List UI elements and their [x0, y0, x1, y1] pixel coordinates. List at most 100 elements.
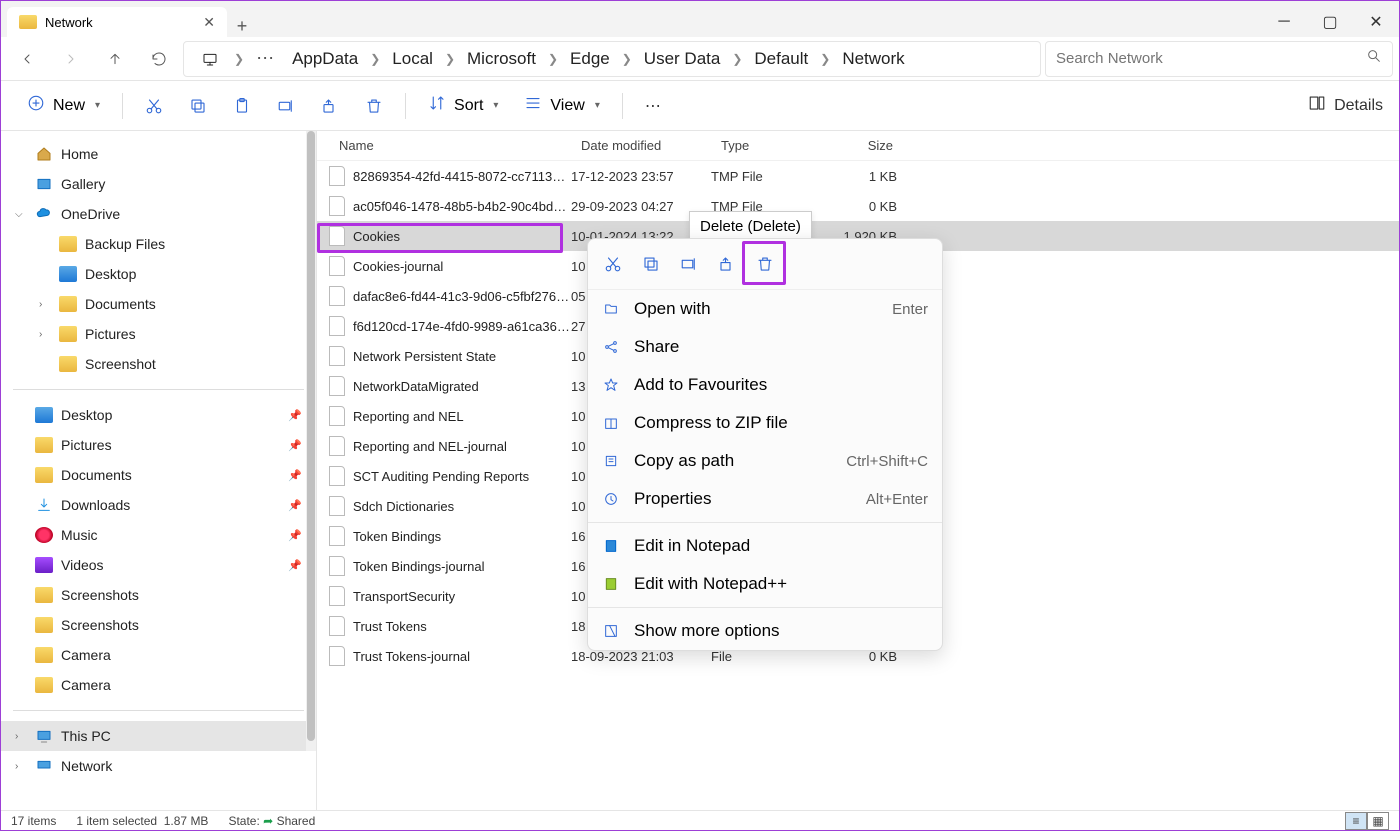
more-button[interactable]: ⋯ — [635, 87, 673, 125]
sidebar-item-camera-1[interactable]: Camera — [1, 640, 316, 670]
sidebar-item-gallery[interactable]: Gallery — [1, 169, 316, 199]
details-pane-button[interactable]: Details — [1308, 94, 1383, 117]
maximize-button[interactable]: ▢ — [1307, 7, 1353, 37]
column-size[interactable]: Size — [821, 131, 907, 160]
scrollbar[interactable] — [306, 131, 316, 751]
paste-button[interactable] — [223, 87, 261, 125]
sidebar-item-od-pictures[interactable]: ›Pictures — [1, 319, 316, 349]
desktop-icon — [59, 266, 77, 282]
ctx-rename-button[interactable] — [670, 245, 708, 283]
cut-button[interactable] — [135, 87, 173, 125]
file-name: Sdch Dictionaries — [353, 499, 571, 514]
folder-icon — [35, 647, 53, 663]
crumb-6[interactable]: Network — [836, 47, 910, 71]
chevron-down-icon: ⌵ — [15, 209, 23, 220]
file-icon — [329, 586, 345, 606]
ctx-item-show-more-options[interactable]: Show more options — [588, 612, 942, 650]
file-name: Network Persistent State — [353, 349, 571, 364]
sidebar-item-home[interactable]: Home — [1, 139, 316, 169]
column-name[interactable]: Name — [317, 131, 567, 160]
tab-close-button[interactable]: ✕ — [203, 14, 215, 31]
back-button[interactable] — [7, 41, 47, 77]
view-details-toggle[interactable]: ≡ — [1345, 812, 1367, 830]
view-icon — [524, 94, 542, 117]
crumb-4[interactable]: User Data — [638, 47, 727, 71]
sidebar-item-od-documents[interactable]: ›Documents — [1, 289, 316, 319]
ctx-item-share[interactable]: Share — [588, 328, 942, 366]
share-button[interactable] — [311, 87, 349, 125]
rename-button[interactable] — [267, 87, 305, 125]
sidebar-item-network[interactable]: ›Network — [1, 751, 316, 781]
sidebar-item-music[interactable]: Music📌 — [1, 520, 316, 550]
crumb-5[interactable]: Default — [748, 47, 814, 71]
ctx-item-add-to-favourites[interactable]: Add to Favourites — [588, 366, 942, 404]
copy-button[interactable] — [179, 87, 217, 125]
download-icon — [35, 497, 53, 513]
sidebar-item-od-desktop[interactable]: Desktop — [1, 259, 316, 289]
breadcrumb[interactable]: ❯ ⋯ AppData❯ Local❯ Microsoft❯ Edge❯ Use… — [183, 41, 1041, 77]
ctx-item-compress-to-zip-file[interactable]: Compress to ZIP file — [588, 404, 942, 442]
crumb-0[interactable]: AppData — [286, 47, 364, 71]
forward-button[interactable] — [51, 41, 91, 77]
ctx-label: Open with — [634, 299, 878, 319]
ctx-label: Show more options — [634, 621, 928, 641]
new-tab-button[interactable]: + — [227, 16, 257, 37]
file-row[interactable]: 82869354-42fd-4415-8072-cc71137bca6f...1… — [317, 161, 1399, 191]
crumb-2[interactable]: Microsoft — [461, 47, 542, 71]
breadcrumb-overflow[interactable]: ⋯ — [250, 48, 280, 69]
up-button[interactable] — [95, 41, 135, 77]
notepad-icon — [602, 538, 620, 554]
view-button[interactable]: View ▾ — [514, 88, 609, 123]
sort-button[interactable]: Sort ▾ — [418, 88, 508, 123]
ctx-item-edit-with-notepad++[interactable]: Edit with Notepad++ — [588, 565, 942, 603]
ctx-cut-button[interactable] — [594, 245, 632, 283]
sort-label: Sort — [454, 97, 483, 115]
ctx-label: Edit in Notepad — [634, 536, 928, 556]
crumb-3[interactable]: Edge — [564, 47, 616, 71]
zip-icon — [602, 415, 620, 431]
ctx-item-properties[interactable]: PropertiesAlt+Enter — [588, 480, 942, 518]
sidebar-item-videos[interactable]: Videos📌 — [1, 550, 316, 580]
pc-icon — [192, 51, 228, 67]
sidebar-item-pictures[interactable]: Pictures📌 — [1, 430, 316, 460]
ctx-item-open-with[interactable]: Open withEnter — [588, 290, 942, 328]
sort-icon — [428, 94, 446, 117]
search-box[interactable] — [1045, 41, 1393, 77]
sidebar-item-desktop[interactable]: Desktop📌 — [1, 400, 316, 430]
ctx-copy-button[interactable] — [632, 245, 670, 283]
sidebar-item-backup-files[interactable]: Backup Files — [1, 229, 316, 259]
ctx-item-edit-in-notepad[interactable]: Edit in Notepad — [588, 527, 942, 565]
file-icon — [329, 316, 345, 336]
new-button[interactable]: New ▾ — [17, 88, 110, 123]
minimize-button[interactable]: ─ — [1261, 7, 1307, 37]
sidebar-item-documents[interactable]: Documents📌 — [1, 460, 316, 490]
file-icon — [329, 256, 345, 276]
file-icon — [329, 646, 345, 666]
delete-button[interactable] — [355, 87, 393, 125]
sidebar-item-screenshots-2[interactable]: Screenshots — [1, 610, 316, 640]
sidebar-item-od-screenshot[interactable]: Screenshot — [1, 349, 316, 379]
sidebar-item-onedrive[interactable]: ⌵OneDrive — [1, 199, 316, 229]
view-thumbnails-toggle[interactable]: ▦ — [1367, 812, 1389, 830]
sidebar-item-camera-2[interactable]: Camera — [1, 670, 316, 700]
npp-icon — [602, 576, 620, 592]
close-window-button[interactable]: ✕ — [1353, 7, 1399, 37]
ctx-share-button[interactable] — [708, 245, 746, 283]
crumb-1[interactable]: Local — [386, 47, 439, 71]
search-input[interactable] — [1056, 50, 1366, 67]
file-row[interactable]: ac05f046-1478-48b5-b4b2-90c4bdaa186...29… — [317, 191, 1399, 221]
ctx-item-copy-as-path[interactable]: Copy as pathCtrl+Shift+C — [588, 442, 942, 480]
copypath-icon — [602, 453, 620, 469]
column-type[interactable]: Type — [707, 131, 821, 160]
column-date[interactable]: Date modified — [567, 131, 707, 160]
sidebar-item-downloads[interactable]: Downloads📌 — [1, 490, 316, 520]
tab-network[interactable]: Network ✕ — [7, 7, 227, 37]
refresh-button[interactable] — [139, 41, 179, 77]
sidebar-item-screenshots-1[interactable]: Screenshots — [1, 580, 316, 610]
chevron-right-icon: › — [15, 761, 18, 772]
ctx-delete-button[interactable] — [746, 245, 784, 283]
file-icon — [329, 466, 345, 486]
sidebar-item-thispc[interactable]: ›This PC — [1, 721, 316, 751]
chevron-right-icon: › — [39, 299, 42, 310]
ctx-label: Properties — [634, 489, 852, 509]
